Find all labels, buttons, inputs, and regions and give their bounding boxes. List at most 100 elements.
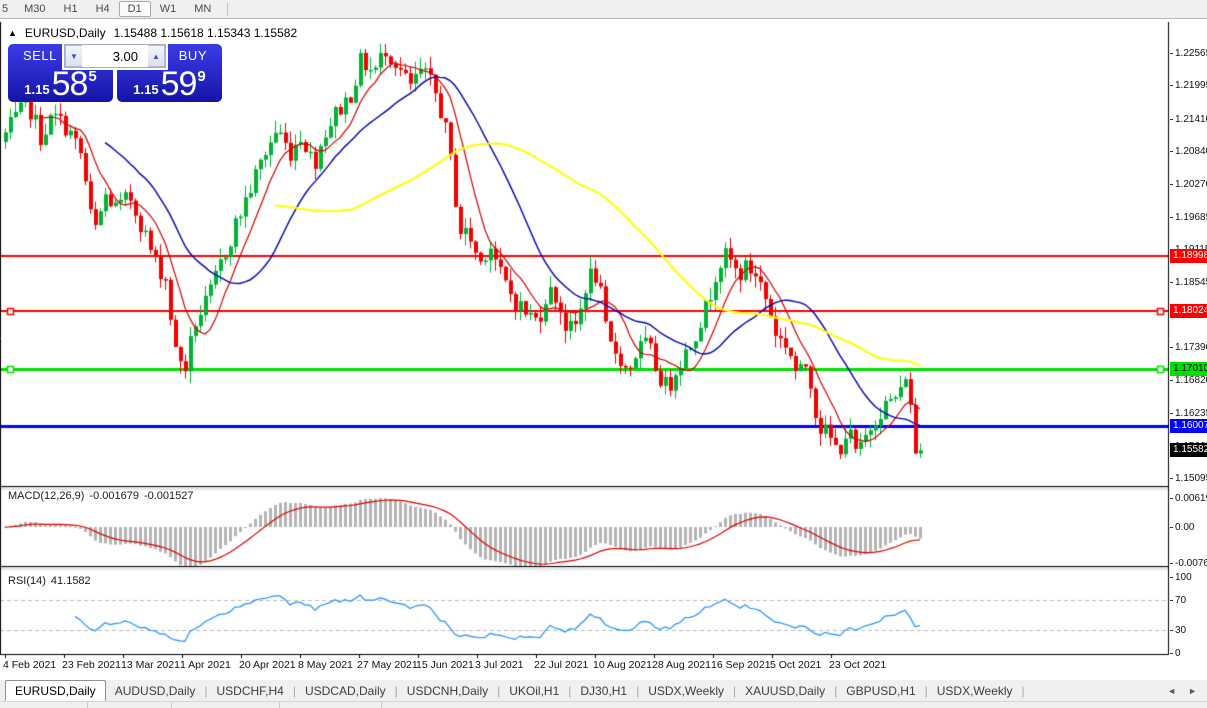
price-axis-tick: 1.17390 [1175,342,1207,354]
symbol-tab-dj30-h1[interactable]: DJ30,H1 [571,681,636,701]
date-label: 23 Feb 2021 [62,659,121,671]
symbol-tab-usdx-weekly[interactable]: USDX,Weekly [928,681,1022,701]
date-label: 8 May 2021 [298,659,353,671]
rsi-value: 41.1582 [50,575,91,587]
buy-button[interactable]: BUY [179,48,207,63]
sell-button[interactable]: SELL [23,48,57,63]
tab-scroll-controls: ◄ ► [1167,686,1207,696]
symbol-tab-usdchf-h4[interactable]: USDCHF,H4 [208,681,293,701]
tick-mark [1170,53,1173,54]
buy-price: 1.15 59 9 [117,67,222,101]
price-axis-tick: 1.15095 [1175,473,1207,484]
level-price-label: 1.17010 [1170,362,1207,377]
date-label: 5 Oct 2021 [770,659,822,671]
symbol-tab-audusd-daily[interactable]: AUDUSD,Daily [106,681,205,701]
symbol-tab-usdcad-daily[interactable]: USDCAD,Daily [296,681,395,701]
one-click-trading-panel: SELL 1.15 58 5 BUY 1.15 59 9 ▼ 3.00 ▲ [8,44,222,102]
symbol-tab-usdcnh-daily[interactable]: USDCNH,Daily [398,681,497,701]
chart-canvas[interactable] [0,20,1170,660]
date-label: 13 Mar 2021 [121,659,180,671]
tick-mark [1170,497,1173,499]
tick-mark [1170,85,1173,87]
symbol-tab-usdx-weekly[interactable]: USDX,Weekly [639,681,733,701]
buy-price-prefix: 1.15 [133,82,159,97]
timeframe-button-mn[interactable]: MN [185,1,220,17]
chart-window: ▲ EURUSD,Daily 1.15488 1.15618 1.15343 1… [0,19,1207,680]
buy-price-sup: 9 [197,68,206,85]
sell-price: 1.15 58 5 [8,67,113,101]
date-label: 27 May 2021 [357,659,418,671]
date-label: 10 Aug 2021 [593,659,652,671]
timeframe-button-h4[interactable]: H4 [87,1,119,17]
tick-mark [1170,281,1173,283]
symbol-tab-ukoil-h1[interactable]: UKOil,H1 [500,681,568,701]
status-segment [172,702,280,708]
tick-mark [1170,413,1173,415]
timeframe-button-5[interactable]: 5 [0,1,15,17]
volume-stepper: ▼ 3.00 ▲ [64,44,166,68]
price-axis-tick: 1.21410 [1175,113,1207,125]
rsi-axis-tick: 30 [1175,625,1187,637]
timeframe-button-h1[interactable]: H1 [55,1,87,17]
date-label: 28 Aug 2021 [652,659,711,671]
current-price-label: 1.15582 [1170,443,1207,458]
tick-mark [1170,347,1173,349]
volume-value[interactable]: 3.00 [82,45,148,67]
macd-axis-tick: 0.006193 [1175,492,1207,504]
timeframe-button-d1[interactable]: D1 [118,1,151,17]
symbol-tab-gbpusd-h1[interactable]: GBPUSD,H1 [837,681,924,701]
symbol-tab-xauusd-daily[interactable]: XAUUSD,Daily [736,681,834,701]
toolbar-separator [227,2,229,16]
macd-value-main: -0.001679 [89,490,139,502]
chart-ohlc-values: 1.15488 1.15618 1.15343 1.15582 [113,26,298,40]
macd-value-signal: -0.001527 [143,490,194,502]
tick-mark [1170,599,1173,601]
date-label: 22 Jul 2021 [534,659,589,671]
level-price-label: 1.16007 [1170,419,1207,434]
terminal-window: 5 M30 H1 H4 D1 W1 MN ▲ EURUSD,Daily 1.15488 1.… [0,0,1207,708]
tick-mark [1170,183,1173,185]
price-axis-tick: 1.20840 [1175,146,1207,158]
status-bar [0,701,1207,708]
tick-mark [1170,527,1173,528]
macd-indicator-label: MACD(12,26,9) -0.001679 -0.001527 [8,490,194,502]
level-price-label: 1.18998 [1170,248,1207,263]
macd-axis-tick: -0.007621 [1175,557,1207,569]
tick-mark [1170,630,1173,632]
tick-mark [1170,118,1173,120]
volume-down-icon: ▼ [70,51,78,61]
tick-mark [1170,379,1173,381]
volume-increase-button[interactable]: ▲ [148,45,165,67]
date-label: 15 Jun 2021 [416,659,474,671]
sell-price-sup: 5 [88,68,97,85]
status-segment [88,702,172,708]
tick-mark [1170,151,1173,153]
tab-scroll-right-icon[interactable]: ► [1188,686,1197,696]
date-label: 4 Feb 2021 [3,659,57,671]
sell-price-main: 58 [51,65,89,103]
macd-axis-tick: 0.00 [1175,522,1195,533]
tab-scroll-left-icon[interactable]: ◄ [1167,686,1176,696]
status-segment [280,702,382,708]
level-price-label: 1.18024 [1170,304,1207,319]
chart-title: ▲ EURUSD,Daily 1.15488 1.15618 1.15343 1… [8,26,297,40]
tick-mark [1170,577,1173,578]
timeframe-button-w1[interactable]: W1 [151,1,186,17]
date-label: 16 Sep 2021 [711,659,771,671]
rsi-indicator-label: RSI(14) 41.1582 [8,575,91,587]
date-label: 20 Apr 2021 [239,659,296,671]
tick-direction-icon: ▲ [8,28,17,38]
sell-price-prefix: 1.15 [24,82,50,97]
tick-mark [1170,216,1173,218]
volume-decrease-button[interactable]: ▼ [65,45,82,67]
tick-mark [1170,478,1173,479]
date-label: 23 Oct 2021 [829,659,887,671]
price-axis-tick: 1.18545 [1175,276,1207,288]
tab-separator: | [1021,683,1025,698]
timeframe-button-m30[interactable]: M30 [15,1,54,17]
chart-symbol-label: EURUSD,Daily [24,26,106,40]
symbol-tab-eurusd-daily[interactable]: EURUSD,Daily [5,680,106,701]
macd-name: MACD(12,26,9) [8,490,85,502]
volume-up-icon: ▲ [152,51,160,61]
price-axis[interactable]: 1.22565 1.21995 1.21410 1.20840 1.20270 1.196… [1170,19,1207,680]
